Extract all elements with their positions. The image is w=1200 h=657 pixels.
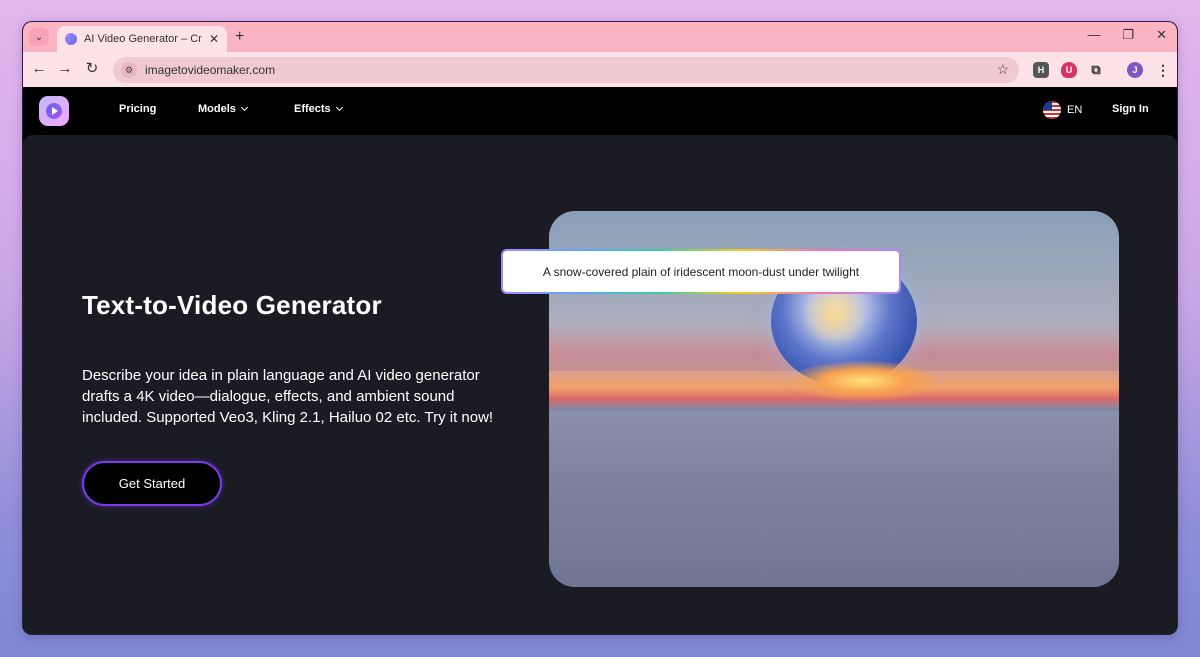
browser-toolbar: ← → ↻ ⚙ imagetovideomaker.com ☆ H U ⧉ J … <box>23 52 1177 87</box>
us-flag-icon <box>1043 101 1061 119</box>
extension-shield-icon[interactable]: U <box>1061 62 1077 78</box>
menu-kebab-icon[interactable]: ⋮ <box>1155 62 1171 78</box>
sign-in-button[interactable]: Sign In <box>1112 103 1149 115</box>
bookmark-star-icon[interactable]: ☆ <box>996 61 1009 78</box>
hero-section: Text-to-Video Generator Describe your id… <box>23 135 1177 634</box>
chevron-down-icon <box>335 103 343 112</box>
restore-icon[interactable]: ❐ <box>1122 27 1134 43</box>
web-page: Pricing Models Effects EN Sign In Text-t… <box>23 87 1177 634</box>
nav-pricing-link[interactable]: Pricing <box>119 103 156 115</box>
address-bar[interactable]: ⚙ imagetovideomaker.com ☆ <box>113 57 1019 83</box>
get-started-button[interactable]: Get Started <box>82 461 222 506</box>
back-arrow-icon[interactable]: ← <box>29 60 49 78</box>
reload-icon[interactable]: ↻ <box>82 60 102 78</box>
extensions-puzzle-icon[interactable]: ⧉ <box>1088 62 1104 78</box>
site-navbar: Pricing Models Effects EN Sign In <box>23 87 1177 135</box>
site-logo-icon[interactable] <box>39 96 69 126</box>
site-info-icon[interactable]: ⚙ <box>121 62 137 78</box>
tab-strip: ⌄ AI Video Generator – Create Vid ✕ + — … <box>23 22 1177 52</box>
nav-effects-dropdown[interactable]: Effects <box>294 103 343 115</box>
hero-description: Describe your idea in plain language and… <box>82 367 494 426</box>
browser-window: ⌄ AI Video Generator – Create Vid ✕ + — … <box>22 21 1178 635</box>
minimize-icon[interactable]: — <box>1087 27 1100 43</box>
snow-plain-image <box>549 411 1119 587</box>
profile-avatar[interactable]: J <box>1127 62 1143 78</box>
tab-favicon-icon <box>65 33 77 45</box>
hero-title: Text-to-Video Generator <box>82 290 382 320</box>
window-controls: — ❐ ✕ <box>1087 27 1167 43</box>
language-code: EN <box>1067 104 1083 116</box>
forward-arrow-icon[interactable]: → <box>55 60 75 78</box>
nav-models-dropdown[interactable]: Models <box>198 103 248 115</box>
new-tab-button[interactable]: + <box>235 28 244 46</box>
tab-search-chevron-icon[interactable]: ⌄ <box>29 28 49 46</box>
url-text: imagetovideomaker.com <box>145 63 276 77</box>
chevron-down-icon <box>240 103 248 112</box>
language-selector[interactable]: EN <box>1043 101 1082 119</box>
tab-title: AI Video Generator – Create Vid <box>84 33 202 45</box>
extension-h-icon[interactable]: H <box>1033 62 1049 78</box>
tab-close-icon[interactable]: ✕ <box>209 32 219 46</box>
prompt-text-box: A snow-covered plain of iridescent moon-… <box>501 249 901 294</box>
close-window-icon[interactable]: ✕ <box>1156 27 1167 43</box>
tab-ai-video-generator[interactable]: AI Video Generator – Create Vid ✕ <box>57 26 227 52</box>
